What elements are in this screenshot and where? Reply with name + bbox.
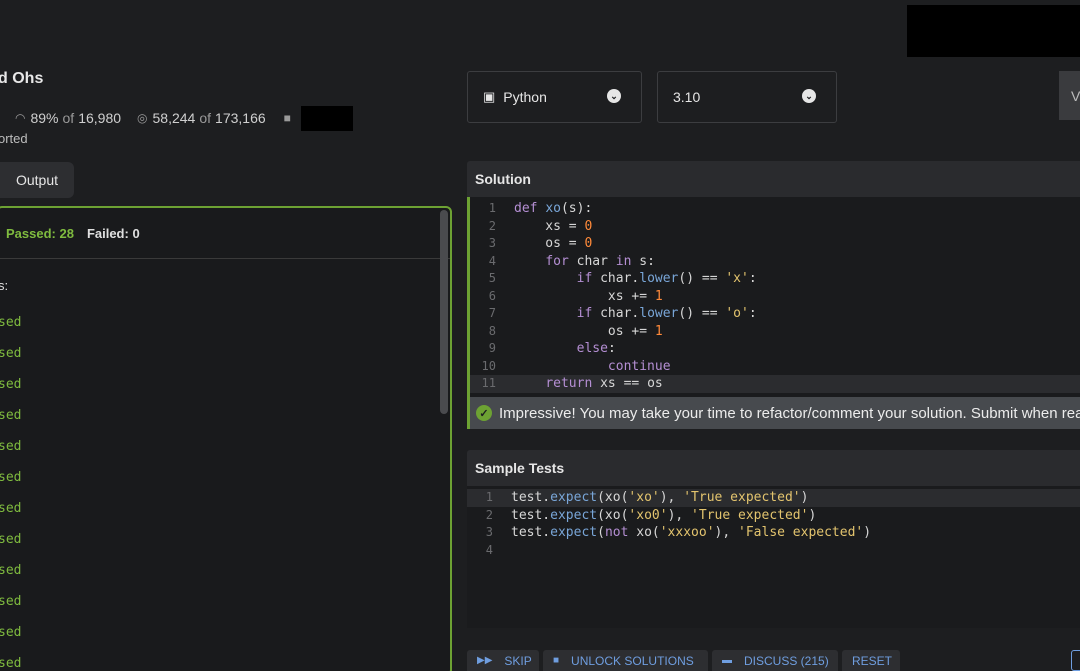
passed-count: Passed: 28 (6, 225, 74, 241)
author-redacted (300, 105, 353, 131)
line-number: 1 (488, 201, 496, 215)
supported-versions: orted (0, 131, 28, 146)
line-number: 11 (481, 376, 496, 390)
code-line: os += 1 (514, 323, 663, 339)
language-select[interactable]: ▣ Python ⌄ (467, 71, 642, 123)
line-number: 4 (488, 253, 496, 268)
satisfaction-value: 89% (30, 110, 59, 126)
kata-stats: ◠ 89% of 16,980 ◎ 58,244 of 173,166 ■ (0, 105, 353, 131)
partial-submit-button[interactable] (1071, 650, 1080, 671)
votes-value: 16,980 (78, 110, 122, 126)
sample-tests-panel: Sample Tests 1 test.expect(xo('xo'), 'Tru… (467, 450, 1080, 628)
test-result-item[interactable]: sed (0, 377, 21, 408)
line-number: 6 (488, 288, 496, 303)
test-result-item[interactable]: sed (0, 532, 21, 563)
unlock-solutions-button[interactable]: ■ UNLOCK SOLUTIONS (543, 650, 708, 671)
code-line: else: (576, 341, 616, 356)
test-result-item[interactable]: sed (0, 315, 21, 346)
test-result-item[interactable]: sed (0, 594, 21, 625)
discuss-button[interactable]: ▬ DISCUSS (215) (712, 650, 838, 671)
code-line: xs += 1 (514, 288, 663, 304)
tests-label: s: (0, 278, 9, 293)
test-result-item[interactable]: sed (0, 625, 21, 656)
line-number: 10 (481, 358, 496, 373)
partial-button[interactable]: V (1059, 71, 1080, 120)
test-result-item[interactable]: sed (0, 501, 21, 532)
failed-count: Failed: 0 (86, 225, 140, 241)
code-line: for char in s: (545, 253, 655, 269)
code-line: test.expect(xo('xo'), 'True expected') (511, 490, 809, 505)
line-number: 8 (488, 323, 496, 338)
solution-editor[interactable]: 1 def xo(s): 2 xs = 0 3 os = 0 4 for char… (467, 197, 1080, 397)
skip-button[interactable]: ▶▶ SKIP (467, 650, 539, 671)
fast-forward-icon: ▶▶ (477, 655, 493, 666)
python-icon: ▣ (483, 89, 496, 104)
code-line: continue (607, 358, 671, 374)
satisfaction-of: of (62, 110, 75, 126)
code-line: return xs == os (545, 376, 663, 391)
output-tab[interactable]: Output (0, 162, 74, 198)
version-select[interactable]: 3.10 ⌄ (657, 71, 837, 123)
reset-label: RESET (852, 653, 893, 668)
results-scrollbar[interactable] (440, 210, 448, 414)
code-line: os = 0 (514, 236, 593, 251)
line-number: 2 (485, 507, 493, 522)
test-results-panel: Passed: 28 Failed: 0 s: sed sed sed sed … (0, 206, 452, 671)
code-line: if char.lower() == 'o': (576, 306, 757, 321)
target-icon: ◎ (137, 111, 148, 125)
lock-icon: ■ (553, 655, 560, 666)
unlock-label: UNLOCK SOLUTIONS (571, 653, 694, 668)
test-result-item[interactable]: sed (0, 656, 21, 671)
redacted-box (907, 5, 1080, 57)
line-number: 2 (488, 218, 496, 233)
solution-title: Solution (467, 161, 1080, 197)
language-value: Python (503, 89, 547, 105)
sample-tests-editor[interactable]: 1 test.expect(xo('xo'), 'True expected') … (467, 486, 1080, 628)
code-line: test.expect(xo('xo0'), 'True expected') (511, 507, 817, 523)
test-result-item[interactable]: sed (0, 470, 21, 501)
chevron-down-icon: ⌄ (607, 89, 621, 103)
line-number: 1 (485, 490, 493, 504)
test-result-item[interactable]: sed (0, 563, 21, 594)
code-line: def xo(s): (514, 201, 593, 216)
line-number: 7 (488, 306, 496, 320)
user-icon[interactable]: ■ (284, 111, 291, 125)
kata-title: d Ohs (0, 70, 44, 87)
line-number: 3 (488, 236, 496, 250)
test-result-item[interactable]: sed (0, 439, 21, 470)
test-result-item[interactable]: sed (0, 408, 21, 439)
completions-value: 58,244 (152, 110, 196, 126)
version-value: 3.10 (673, 89, 701, 105)
code-line: xs = 0 (514, 218, 593, 234)
results-header: Passed: 28 Failed: 0 (0, 208, 450, 259)
discuss-label: DISCUSS (215) (744, 653, 829, 668)
reset-button[interactable]: RESET (842, 650, 900, 671)
check-circle-icon: ✓ (476, 405, 492, 421)
skip-label: SKIP (504, 653, 532, 668)
code-line: test.expect(not xo('xxxoo'), 'False expe… (511, 525, 872, 540)
sample-tests-title: Sample Tests (467, 450, 1080, 486)
eye-icon: ◠ (15, 111, 26, 125)
code-line: if char.lower() == 'x': (576, 271, 757, 286)
line-number: 4 (485, 542, 493, 557)
test-result-item[interactable]: sed (0, 346, 21, 377)
solution-panel: Solution 1 def xo(s): 2 xs = 0 3 os = 0 4… (467, 161, 1080, 397)
success-message-bar: ✓ Impressive! You may take your time to … (467, 397, 1080, 429)
line-number: 5 (488, 271, 496, 285)
line-number: 9 (488, 341, 496, 355)
completions-of: of (199, 110, 212, 126)
chevron-down-icon: ⌄ (802, 89, 816, 103)
comments-icon: ▬ (722, 655, 732, 666)
test-list: sed sed sed sed sed sed sed sed sed sed … (0, 315, 21, 671)
success-message: Impressive! You may take your time to re… (499, 404, 1080, 422)
line-number: 3 (485, 525, 493, 539)
attempts-value: 173,166 (215, 110, 266, 126)
